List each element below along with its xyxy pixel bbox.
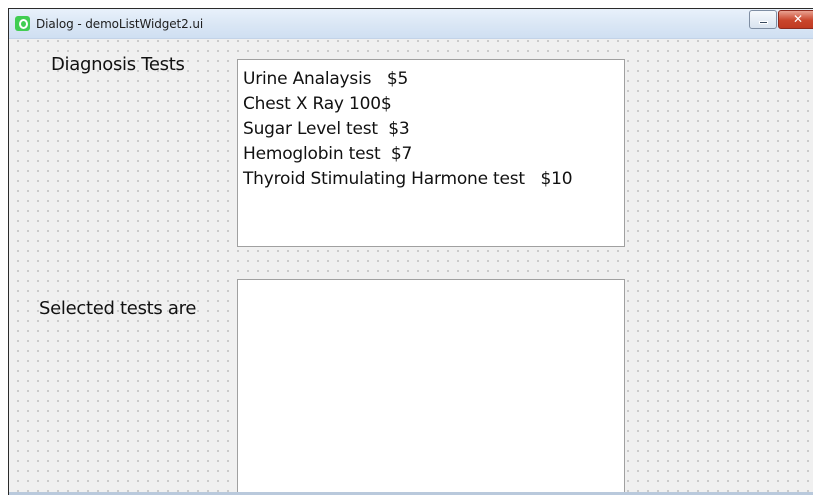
selected-tests-label: Selected tests are	[39, 298, 197, 319]
qt-app-icon	[15, 16, 30, 31]
title-bar[interactable]: Dialog - demoListWidget2.ui ✕	[9, 9, 813, 39]
close-button[interactable]: ✕	[778, 10, 813, 29]
close-icon: ✕	[792, 12, 804, 26]
list-item[interactable]: Thyroid Stimulating Harmone test $10	[238, 167, 624, 192]
selected-tests-list[interactable]	[237, 279, 625, 494]
diagnosis-tests-list[interactable]: Urine Analaysis $5 Chest X Ray 100$ Suga…	[237, 59, 625, 247]
list-item[interactable]: Hemoglobin test $7	[238, 142, 624, 167]
minimize-icon	[759, 21, 768, 24]
list-item[interactable]: Chest X Ray 100$	[238, 92, 624, 117]
form-canvas: Diagnosis Tests Urine Analaysis $5 Chest…	[9, 40, 813, 495]
dialog-window: Dialog - demoListWidget2.ui ✕ Diagnosis …	[8, 8, 813, 495]
list-item[interactable]: Urine Analaysis $5	[238, 67, 624, 92]
diagnosis-tests-label: Diagnosis Tests	[51, 54, 185, 75]
window-title: Dialog - demoListWidget2.ui	[36, 17, 204, 31]
minimize-button[interactable]	[749, 10, 777, 29]
list-item[interactable]: Sugar Level test $3	[238, 117, 624, 142]
